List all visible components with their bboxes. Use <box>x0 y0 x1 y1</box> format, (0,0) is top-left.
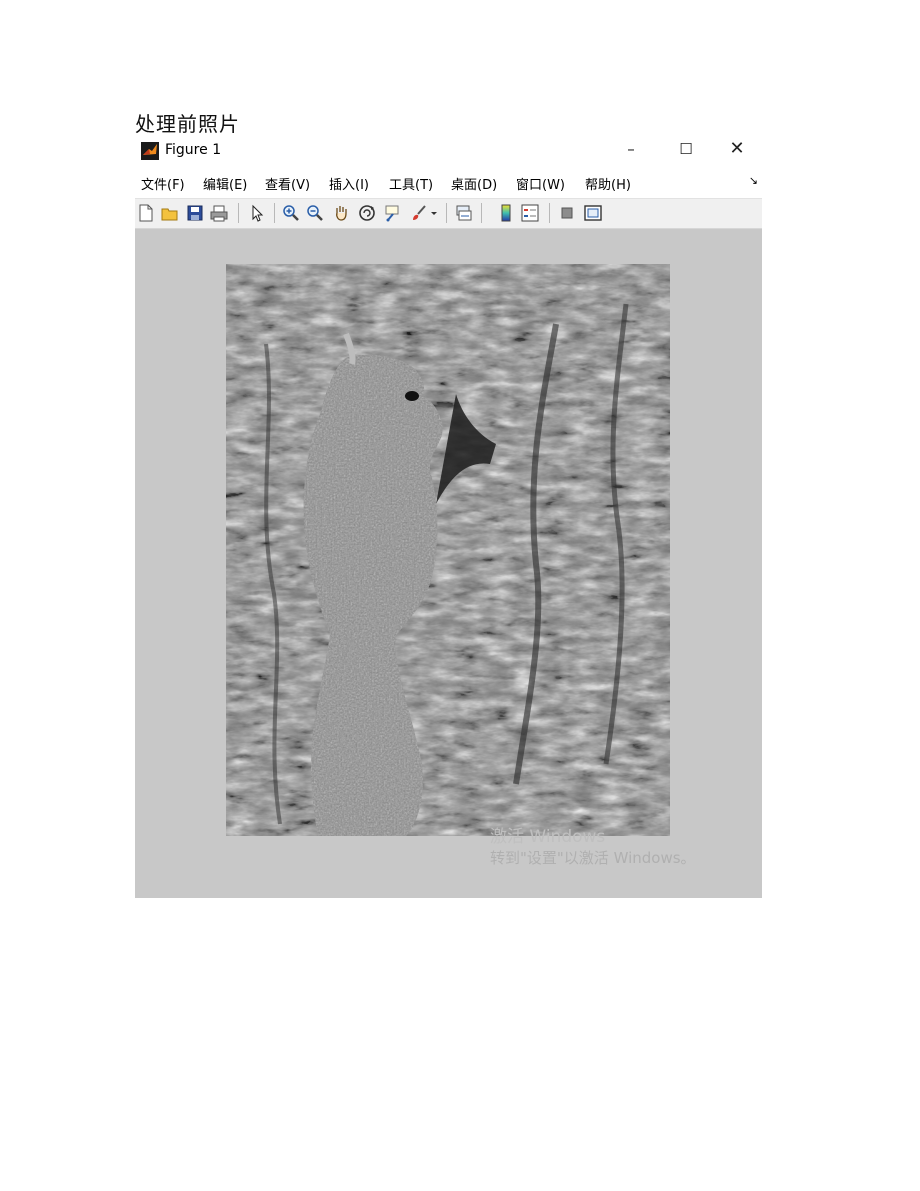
pan-hand-icon[interactable] <box>332 204 350 222</box>
colorbar-icon[interactable] <box>497 204 515 222</box>
maximize-button[interactable]: ☐ <box>674 140 698 162</box>
menu-edit[interactable]: 编辑(E) <box>203 174 247 193</box>
brush-icon[interactable] <box>410 204 428 222</box>
print-icon[interactable] <box>210 204 228 222</box>
figure-toolbar <box>135 198 762 229</box>
menu-help[interactable]: 帮助(H) <box>585 174 631 193</box>
title-bar[interactable]: Figure 1 – ☐ ✕ <box>135 136 762 166</box>
open-file-icon[interactable] <box>161 204 179 222</box>
menu-file[interactable]: 文件(F) <box>141 174 185 193</box>
figure-window: Figure 1 – ☐ ✕ 文件(F) 编辑(E) 查看(V) 插入(I) 工… <box>135 136 762 898</box>
close-button[interactable]: ✕ <box>725 138 749 160</box>
hide-plot-tools-icon[interactable] <box>558 204 576 222</box>
window-title: Figure 1 <box>165 142 222 158</box>
toolbar-separator <box>238 203 239 223</box>
page-caption: 处理前照片 <box>135 112 240 136</box>
select-arrow-icon[interactable] <box>248 204 266 222</box>
menu-overflow-arrow-icon[interactable]: ↘ <box>749 174 758 187</box>
matlab-logo-icon <box>141 142 159 160</box>
windows-activation-watermark: 转到"设置"以激活 Windows。 <box>490 849 696 867</box>
data-cursor-icon[interactable] <box>384 204 402 222</box>
menu-insert[interactable]: 插入(I) <box>329 174 369 193</box>
toolbar-separator <box>549 203 550 223</box>
new-figure-icon[interactable] <box>137 204 155 222</box>
zoom-in-icon[interactable] <box>282 204 300 222</box>
squirrel-photo <box>226 264 670 836</box>
show-plot-tools-icon[interactable] <box>584 204 602 222</box>
menu-bar: 文件(F) 编辑(E) 查看(V) 插入(I) 工具(T) 桌面(D) 窗口(W… <box>135 170 762 196</box>
minimize-button[interactable]: – <box>619 140 643 162</box>
menu-view[interactable]: 查看(V) <box>265 174 310 193</box>
save-icon[interactable] <box>186 204 204 222</box>
zoom-out-icon[interactable] <box>306 204 324 222</box>
rotate-3d-icon[interactable] <box>358 204 376 222</box>
legend-icon[interactable] <box>521 204 539 222</box>
windows-activation-title: 激活 Windows <box>490 827 606 847</box>
menu-desktop[interactable]: 桌面(D) <box>451 174 497 193</box>
menu-window[interactable]: 窗口(W) <box>516 174 565 193</box>
toolbar-separator <box>274 203 275 223</box>
menu-tools[interactable]: 工具(T) <box>389 174 433 193</box>
link-plot-icon[interactable] <box>455 204 473 222</box>
figure-canvas[interactable]: 激活 Windows 转到"设置"以激活 Windows。 <box>135 229 762 898</box>
chevron-down-icon[interactable] <box>429 204 439 222</box>
toolbar-separator <box>481 203 482 223</box>
toolbar-separator <box>446 203 447 223</box>
